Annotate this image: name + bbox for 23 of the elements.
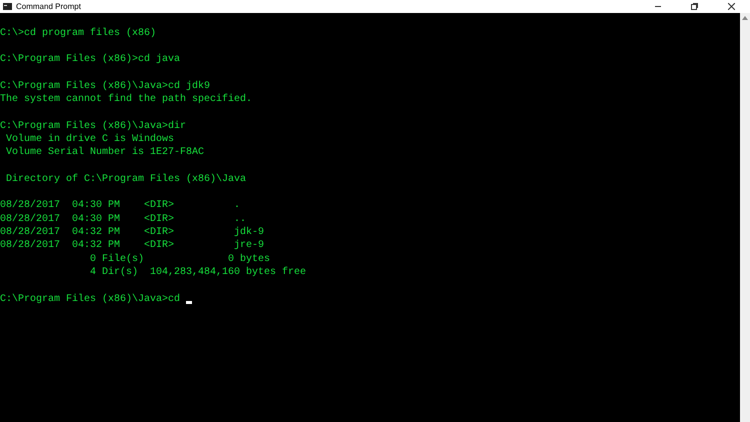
console-line: C:\>cd program files (x86): [0, 27, 158, 40]
console-line: 08/28/2017 04:30 PM <DIR> .: [0, 199, 242, 213]
console-line: 4 Dir(s) 104,283,484,160 bytes free: [89, 266, 308, 280]
console-app-icon: [3, 3, 12, 10]
console-line: Volume in drive C is Windows: [5, 133, 176, 146]
window-title: Command Prompt: [16, 2, 81, 12]
close-icon: [728, 3, 735, 10]
minimize-icon: [654, 6, 660, 7]
text-cursor: [186, 301, 192, 304]
console-line: C:\Program Files (x86)>cd java: [0, 53, 182, 67]
scroll-up-icon[interactable]: [742, 16, 748, 20]
scrollbar[interactable]: [740, 13, 750, 422]
console-line: 08/28/2017 04:32 PM <DIR> jre-9: [0, 239, 266, 253]
console-line: The system cannot find the path specified.: [0, 93, 254, 107]
console-line: C:\Program Files (x86)\Java>cd jdk9: [0, 80, 212, 94]
console-line: Volume Serial Number is 1E27-F8AC: [5, 146, 206, 160]
restore-icon: [691, 3, 698, 10]
console-line: 0 File(s) 0 bytes: [89, 252, 272, 266]
console-line: C:\Program Files (x86)\Java>cd: [0, 292, 182, 306]
console-line: 08/28/2017 04:32 PM <DIR> jdk-9: [0, 226, 266, 240]
console-line: C:\Program Files (x86)\Java>dir: [0, 120, 188, 134]
console-line: 08/28/2017 04:30 PM <DIR> ..: [0, 212, 248, 226]
console-line: Directory of C:\Program Files (x86)\Java: [5, 172, 248, 186]
